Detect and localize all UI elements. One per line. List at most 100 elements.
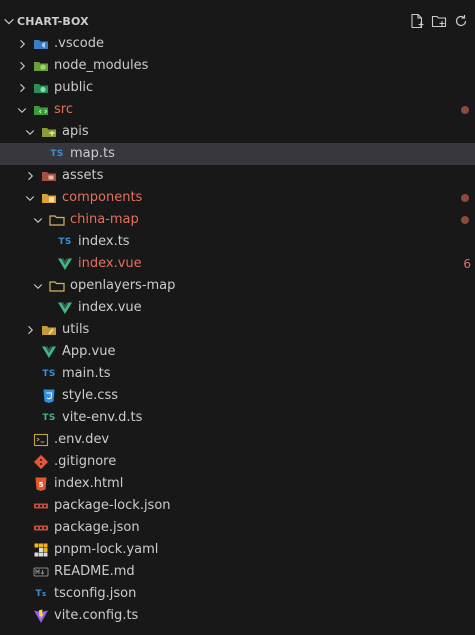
tree-file-row[interactable]: 5 index.html bbox=[0, 473, 475, 495]
tree-item-label: src bbox=[54, 102, 73, 117]
tree-folder-row[interactable]: src bbox=[0, 99, 475, 121]
node-folder-icon bbox=[33, 58, 49, 74]
modified-dot bbox=[461, 106, 469, 114]
tree-item-label: vite.config.ts bbox=[54, 608, 139, 623]
tree-folder-row[interactable]: node_modules bbox=[0, 55, 475, 77]
tree-folder-row[interactable]: china-map bbox=[0, 209, 475, 231]
explorer-title: CHART-BOX bbox=[17, 15, 89, 28]
npm-icon bbox=[33, 498, 49, 514]
tree-item-label: package-lock.json bbox=[54, 498, 171, 513]
tree-item-label: .env.dev bbox=[54, 432, 110, 447]
chevron-right-icon[interactable] bbox=[16, 60, 28, 72]
tree-file-row[interactable]: index.vue bbox=[0, 297, 475, 319]
typescript-icon: TS bbox=[50, 149, 64, 159]
tree-file-row[interactable]: .gitignore bbox=[0, 451, 475, 473]
tree-file-row[interactable]: TS vite-env.d.ts bbox=[0, 407, 475, 429]
tree-file-row[interactable]: package.json bbox=[0, 517, 475, 539]
tree-item-label: utils bbox=[62, 322, 90, 337]
tree-item-label: apis bbox=[62, 124, 89, 139]
chevron-down-icon[interactable] bbox=[32, 280, 44, 292]
tree-folder-row[interactable]: .vscode bbox=[0, 33, 475, 55]
tree-item-label: style.css bbox=[62, 388, 118, 403]
tree-folder-row[interactable]: utils bbox=[0, 319, 475, 341]
tree-item-label: node_modules bbox=[54, 58, 149, 73]
utils-folder-icon bbox=[41, 322, 57, 338]
typescript-def-icon: TS bbox=[42, 413, 56, 423]
vue-icon bbox=[57, 300, 73, 316]
tree-item-label: components bbox=[62, 190, 143, 205]
problem-count-badge: 6 bbox=[463, 257, 471, 271]
modified-dot bbox=[461, 194, 469, 202]
tree-folder-row[interactable]: public bbox=[0, 77, 475, 99]
tree-file-row[interactable]: TS index.ts bbox=[0, 231, 475, 253]
typescript-icon: TS bbox=[42, 369, 56, 379]
tree-item-label: README.md bbox=[54, 564, 135, 579]
tree-item-label: main.ts bbox=[62, 366, 111, 381]
api-folder-icon bbox=[41, 124, 57, 140]
tree-item-label: public bbox=[54, 80, 94, 95]
chevron-down-icon[interactable] bbox=[16, 104, 28, 116]
explorer-header[interactable]: CHART-BOX bbox=[0, 11, 475, 33]
css-icon bbox=[41, 388, 57, 404]
tree-file-row[interactable]: pnpm-lock.yaml bbox=[0, 539, 475, 561]
chevron-right-icon[interactable] bbox=[24, 170, 36, 182]
npm-icon bbox=[33, 520, 49, 536]
tree-item-label: .vscode bbox=[54, 36, 104, 51]
tree-file-row[interactable]: TS main.ts bbox=[0, 363, 475, 385]
folder-icon bbox=[49, 212, 65, 228]
tree-item-label: vite-env.d.ts bbox=[62, 410, 143, 425]
tree-folder-row[interactable]: components bbox=[0, 187, 475, 209]
pnpm-icon bbox=[33, 542, 49, 558]
tree-folder-row[interactable]: openlayers-map bbox=[0, 275, 475, 297]
tree-item-label: china-map bbox=[70, 212, 139, 227]
tree-item-label: tsconfig.json bbox=[54, 586, 137, 601]
chevron-right-icon[interactable] bbox=[24, 324, 36, 336]
new-file-icon[interactable] bbox=[409, 13, 425, 29]
tree-item-label: assets bbox=[62, 168, 104, 183]
tree-file-row[interactable]: README.md bbox=[0, 561, 475, 583]
tree-file-row[interactable]: App.vue bbox=[0, 341, 475, 363]
chevron-down-icon[interactable] bbox=[32, 214, 44, 226]
typescript-icon: TS bbox=[58, 237, 72, 247]
tree-file-row[interactable]: style.css bbox=[0, 385, 475, 407]
git-icon bbox=[33, 454, 49, 470]
vite-icon bbox=[33, 608, 49, 624]
tree-folder-row[interactable]: assets bbox=[0, 165, 475, 187]
components-folder-icon bbox=[41, 190, 57, 206]
tree-file-row[interactable]: index.vue 6 bbox=[0, 253, 475, 275]
markdown-icon bbox=[33, 564, 49, 580]
tree-item-label: index.vue bbox=[78, 256, 142, 271]
tree-file-row[interactable]: .env.dev bbox=[0, 429, 475, 451]
folder-icon bbox=[49, 278, 65, 294]
tree-item-label: index.ts bbox=[78, 234, 130, 249]
vue-icon bbox=[57, 256, 73, 272]
tree-file-row[interactable]: Ts tsconfig.json bbox=[0, 583, 475, 605]
tree-item-label: openlayers-map bbox=[70, 278, 176, 293]
src-folder-icon bbox=[33, 102, 49, 118]
env-icon bbox=[33, 432, 49, 448]
new-folder-icon[interactable] bbox=[431, 13, 447, 29]
refresh-icon[interactable] bbox=[453, 13, 469, 29]
tsconfig-icon: Ts bbox=[35, 589, 47, 599]
tree-item-label: map.ts bbox=[70, 146, 115, 161]
assets-folder-icon bbox=[41, 168, 57, 184]
chevron-down-icon[interactable] bbox=[24, 192, 36, 204]
tree-item-label: package.json bbox=[54, 520, 140, 535]
tree-file-row[interactable]: TS map.ts bbox=[0, 143, 475, 165]
svg-text:5: 5 bbox=[39, 481, 44, 489]
tree-file-row[interactable]: package-lock.json bbox=[0, 495, 475, 517]
html-icon: 5 bbox=[33, 476, 49, 492]
chevron-down-icon[interactable] bbox=[24, 126, 36, 138]
tree-item-label: pnpm-lock.yaml bbox=[54, 542, 159, 557]
vue-icon bbox=[41, 344, 57, 360]
tree-item-label: index.vue bbox=[78, 300, 142, 315]
tree-item-label: App.vue bbox=[62, 344, 116, 359]
chevron-down-icon[interactable] bbox=[2, 14, 16, 28]
tree-file-row[interactable]: vite.config.ts bbox=[0, 605, 475, 627]
chevron-right-icon[interactable] bbox=[16, 82, 28, 94]
chevron-right-icon[interactable] bbox=[16, 38, 28, 50]
tree-item-label: index.html bbox=[54, 476, 124, 491]
tree-folder-row[interactable]: apis bbox=[0, 121, 475, 143]
modified-dot bbox=[461, 216, 469, 224]
public-folder-icon bbox=[33, 80, 49, 96]
